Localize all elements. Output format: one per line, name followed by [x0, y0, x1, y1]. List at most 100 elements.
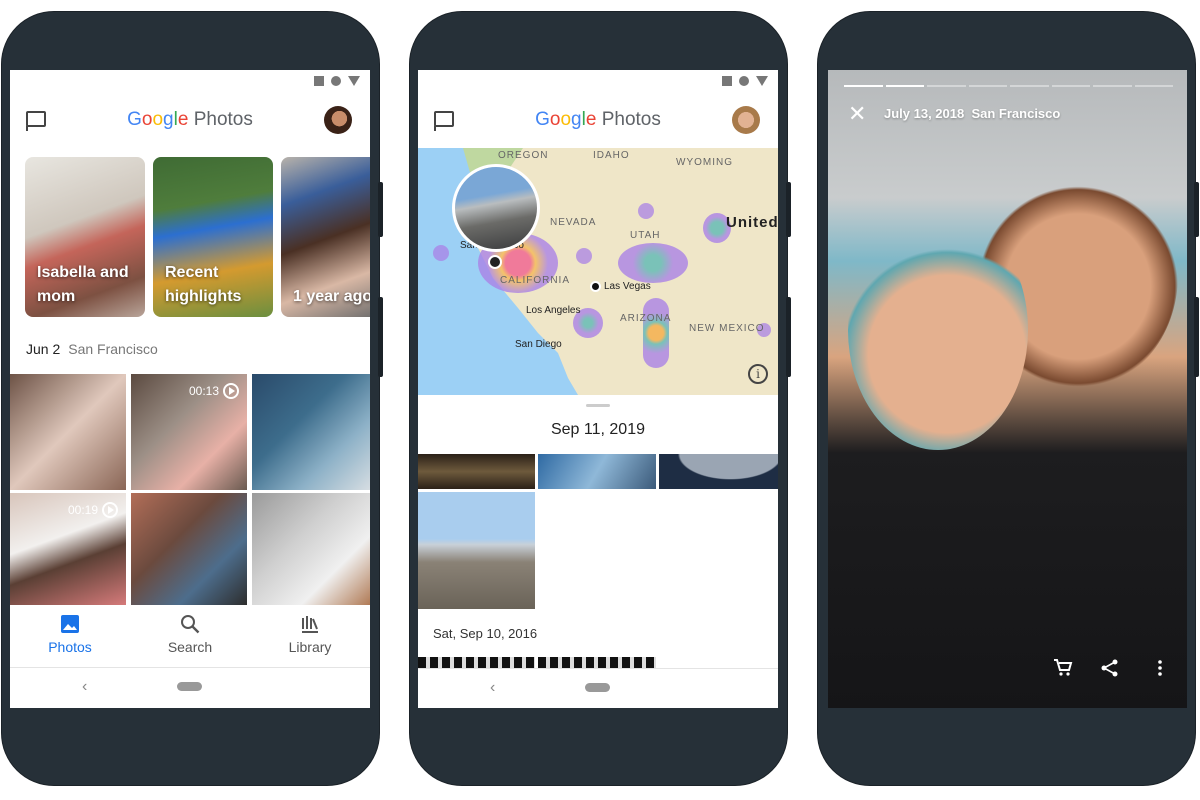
- photo-thumbnail[interactable]: [418, 454, 535, 489]
- date-label: Jun 2: [26, 341, 61, 357]
- story-progress-segment: [1093, 85, 1132, 87]
- story-photo-subject: [848, 210, 1028, 450]
- nav-photos[interactable]: Photos: [10, 605, 130, 667]
- photo-thumbnail[interactable]: [131, 493, 247, 605]
- map-label-region: NEVADA: [550, 217, 597, 228]
- map-photo-bubble[interactable]: [452, 164, 540, 252]
- map-label-region: WYOMING: [676, 157, 733, 168]
- photo-thumbnail[interactable]: [418, 492, 535, 609]
- map-label-region: OREGON: [498, 150, 549, 161]
- story-progress-segment: [1010, 85, 1049, 87]
- photo-thumbnail[interactable]: [252, 374, 370, 490]
- story-screen[interactable]: ✕ July 13, 2018 San Francisco: [828, 70, 1187, 708]
- phone-frame-story: ✕ July 13, 2018 San Francisco: [818, 12, 1199, 785]
- memory-card[interactable]: 1 year ago: [281, 157, 370, 317]
- avatar[interactable]: [732, 106, 760, 134]
- phone-frame-map: Google Photos OREGON IDAHO WYOMING NEVAD…: [410, 12, 791, 785]
- more-icon[interactable]: [1150, 658, 1170, 678]
- map-marker[interactable]: [590, 281, 601, 292]
- map-label-country: United: [726, 214, 778, 231]
- map-label-city: San Diego: [515, 339, 562, 350]
- map-label-city: Las Vegas: [604, 281, 651, 292]
- photo-thumbnail[interactable]: [538, 657, 656, 668]
- video-duration: 00:19: [67, 503, 98, 517]
- nav-label: Photos: [48, 639, 92, 655]
- video-thumbnail[interactable]: 00:19: [10, 493, 126, 605]
- recents-icon: [722, 76, 732, 86]
- heatmap-spot: [638, 203, 654, 219]
- heatmap-spot: [433, 245, 449, 261]
- photos-wordmark: Photos: [193, 109, 253, 130]
- cart-icon[interactable]: [1053, 658, 1073, 678]
- info-icon[interactable]: i: [748, 364, 768, 384]
- home-status-icon: [739, 76, 749, 86]
- map-label-region: CALIFORNIA: [500, 275, 571, 286]
- nav-search[interactable]: Search: [130, 605, 250, 667]
- photo-thumbnail[interactable]: [538, 454, 656, 489]
- google-logo: Google: [535, 109, 597, 130]
- chat-icon[interactable]: [26, 111, 46, 131]
- photos-sheet: Sep 11, 2019 Sat, Sep 10, 2016: [418, 395, 778, 668]
- photos-screen: Google Photos Isabella and mom Recent hi…: [10, 70, 370, 708]
- memory-card[interactable]: Isabella and mom: [25, 157, 145, 317]
- volume-button: [786, 182, 791, 237]
- photos-wordmark: Photos: [601, 109, 661, 130]
- section-date: Sat, Sep 10, 2016: [433, 626, 538, 641]
- google-logo: Google: [127, 109, 189, 130]
- photo-map[interactable]: OREGON IDAHO WYOMING NEVADA UTAH CALIFOR…: [418, 148, 778, 395]
- home-button[interactable]: [177, 682, 202, 691]
- story-progress-segment: [1134, 85, 1173, 87]
- search-icon: [181, 615, 200, 634]
- story-progress-segment: [968, 85, 1007, 87]
- photo-thumbnail[interactable]: [418, 657, 535, 668]
- section-date: Sep 11, 2019: [550, 421, 645, 438]
- phone-frame-photos: Google Photos Isabella and mom Recent hi…: [2, 12, 383, 785]
- photo-thumbnail[interactable]: [252, 493, 370, 605]
- video-thumbnail[interactable]: 00:13: [131, 374, 247, 490]
- location-label: San Francisco: [68, 341, 158, 357]
- recents-icon: [314, 76, 324, 86]
- app-title: Google Photos: [127, 109, 253, 131]
- power-button: [786, 297, 791, 377]
- story-progress-segment: [844, 85, 883, 87]
- share-icon[interactable]: [1100, 658, 1120, 678]
- bottom-nav: Photos Search Library: [10, 605, 370, 668]
- power-button: [1194, 297, 1199, 377]
- nav-label: Library: [288, 639, 332, 655]
- nav-library[interactable]: Library: [250, 605, 370, 667]
- map-pin: [488, 255, 502, 269]
- photo-thumbnail[interactable]: [10, 374, 126, 490]
- drag-handle[interactable]: [586, 404, 610, 407]
- status-bar: [10, 70, 370, 92]
- avatar[interactable]: [324, 106, 352, 134]
- story-progress-segment: [1051, 85, 1090, 87]
- chat-icon[interactable]: [434, 111, 454, 131]
- back-icon[interactable]: ‹: [490, 679, 495, 697]
- app-header: Google Photos: [418, 92, 778, 148]
- volume-button: [378, 182, 383, 237]
- photo-thumbnail[interactable]: [659, 454, 778, 489]
- memory-card[interactable]: Recent highlights: [153, 157, 273, 317]
- back-icon[interactable]: ‹: [82, 678, 87, 696]
- story-progress: [844, 85, 1173, 87]
- map-label-region: UTAH: [630, 230, 661, 241]
- heatmap-spot: [576, 248, 592, 264]
- story-caption: July 13, 2018 San Francisco: [884, 106, 1060, 121]
- map-label-region: ARIZONA: [620, 313, 672, 324]
- video-duration: 00:13: [188, 384, 219, 398]
- photo-icon: [61, 615, 79, 633]
- system-nav-bar: ‹: [418, 668, 778, 708]
- memory-label: 1 year ago: [293, 288, 370, 305]
- volume-button: [1194, 182, 1199, 237]
- status-bar: [418, 70, 778, 92]
- home-status-icon: [331, 76, 341, 86]
- home-button[interactable]: [585, 683, 610, 692]
- story-progress-segment: [885, 85, 924, 87]
- story-location: San Francisco: [971, 106, 1061, 121]
- map-label-region: IDAHO: [593, 150, 630, 161]
- power-button: [378, 297, 383, 377]
- heatmap-spot: [618, 243, 688, 283]
- app-title: Google Photos: [535, 109, 661, 131]
- story-date: July 13, 2018: [884, 106, 965, 121]
- close-icon[interactable]: ✕: [848, 103, 866, 125]
